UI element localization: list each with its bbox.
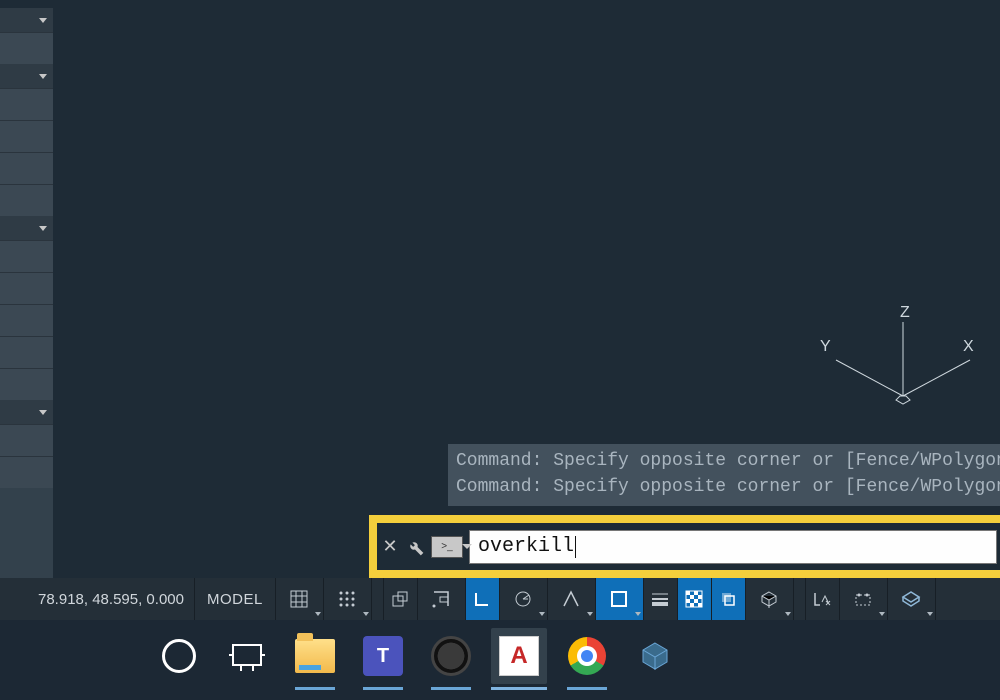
palette-section-header[interactable] [0, 64, 53, 88]
palette-row[interactable] [0, 120, 53, 152]
command-input-value: overkill [478, 535, 574, 558]
palette-section-header[interactable] [0, 400, 53, 424]
chrome-button[interactable] [559, 628, 615, 684]
polar-toggle[interactable] [500, 578, 548, 620]
status-separator [372, 578, 384, 620]
folder-icon [295, 639, 335, 673]
palette-row[interactable] [0, 368, 53, 400]
palette-row[interactable] [0, 336, 53, 368]
grid-toggle[interactable] [276, 578, 324, 620]
obs-button[interactable] [423, 628, 479, 684]
palette-row[interactable] [0, 456, 53, 488]
palette-gap [0, 0, 53, 8]
chevron-down-icon [39, 226, 47, 231]
3d-osnap-toggle[interactable] [746, 578, 794, 620]
task-view-button[interactable] [219, 628, 275, 684]
gizmo-toggle[interactable] [888, 578, 936, 620]
left-palette [0, 0, 53, 578]
transparency-toggle[interactable] [678, 578, 712, 620]
ortho-toggle[interactable] [466, 578, 500, 620]
autocad-button[interactable]: A [491, 628, 547, 684]
palette-row[interactable] [0, 32, 53, 64]
autocad-icon: A [499, 636, 539, 676]
selection-cycling-toggle[interactable] [712, 578, 746, 620]
palette-row[interactable] [0, 184, 53, 216]
close-icon[interactable]: ✕ [381, 536, 399, 557]
cube-icon [637, 638, 673, 674]
palette-row[interactable] [0, 272, 53, 304]
wrench-icon[interactable] [405, 537, 425, 557]
command-input[interactable]: overkill [469, 530, 997, 564]
palette-section-header[interactable] [0, 216, 53, 240]
dynamic-input-toggle[interactable] [418, 578, 466, 620]
chevron-down-icon [39, 410, 47, 415]
palette-section-header[interactable] [0, 8, 53, 32]
windows-taskbar: T A [0, 620, 1000, 700]
command-prompt-icon[interactable]: >_ [431, 536, 463, 558]
ucs-z-label: Z [900, 304, 910, 322]
cortana-icon [162, 639, 196, 673]
coordinates-readout[interactable]: 78.918, 48.595, 0.000 [0, 578, 195, 620]
selection-filter-toggle[interactable] [840, 578, 888, 620]
osnap-toggle[interactable] [596, 578, 644, 620]
snap-toggle[interactable] [324, 578, 372, 620]
chrome-icon [568, 637, 606, 675]
chevron-down-icon [462, 544, 472, 549]
prompt-glyph: >_ [441, 541, 452, 552]
dynamic-ucs-toggle[interactable] [806, 578, 840, 620]
isoplane-toggle[interactable] [548, 578, 596, 620]
command-history[interactable]: Command: Specify opposite corner or [Fen… [448, 444, 1000, 506]
palette-row[interactable] [0, 88, 53, 120]
status-bar: 78.918, 48.595, 0.000 MODEL [0, 578, 1000, 620]
ucs-y-label: Y [820, 338, 831, 356]
palette-spacer [0, 488, 53, 578]
drawing-canvas[interactable]: Z Y X Command: Specify opposite corner o… [53, 0, 1000, 578]
file-explorer-button[interactable] [287, 628, 343, 684]
palette-row[interactable] [0, 152, 53, 184]
command-line-highlight: ✕ >_ overkill [369, 515, 1000, 578]
chevron-down-icon [39, 74, 47, 79]
status-toggle-group [276, 578, 936, 620]
text-cursor [575, 536, 576, 558]
infer-constraints-toggle[interactable] [384, 578, 418, 620]
cortana-button[interactable] [151, 628, 207, 684]
chevron-down-icon [39, 18, 47, 23]
lineweight-toggle[interactable] [644, 578, 678, 620]
ucs-x-label: X [963, 338, 974, 356]
teams-button[interactable]: T [355, 628, 411, 684]
ucs-indicator: Z Y X [818, 308, 978, 418]
app-button[interactable] [627, 628, 683, 684]
model-space-button[interactable]: MODEL [195, 578, 276, 620]
palette-row[interactable] [0, 304, 53, 336]
palette-row[interactable] [0, 424, 53, 456]
status-separator [794, 578, 806, 620]
teams-icon: T [363, 636, 403, 676]
command-history-line: Command: Specify opposite corner or [Fen… [456, 474, 992, 500]
obs-icon [431, 636, 471, 676]
task-view-icon [227, 639, 267, 673]
palette-row[interactable] [0, 240, 53, 272]
command-history-line: Command: Specify opposite corner or [Fen… [456, 448, 992, 474]
